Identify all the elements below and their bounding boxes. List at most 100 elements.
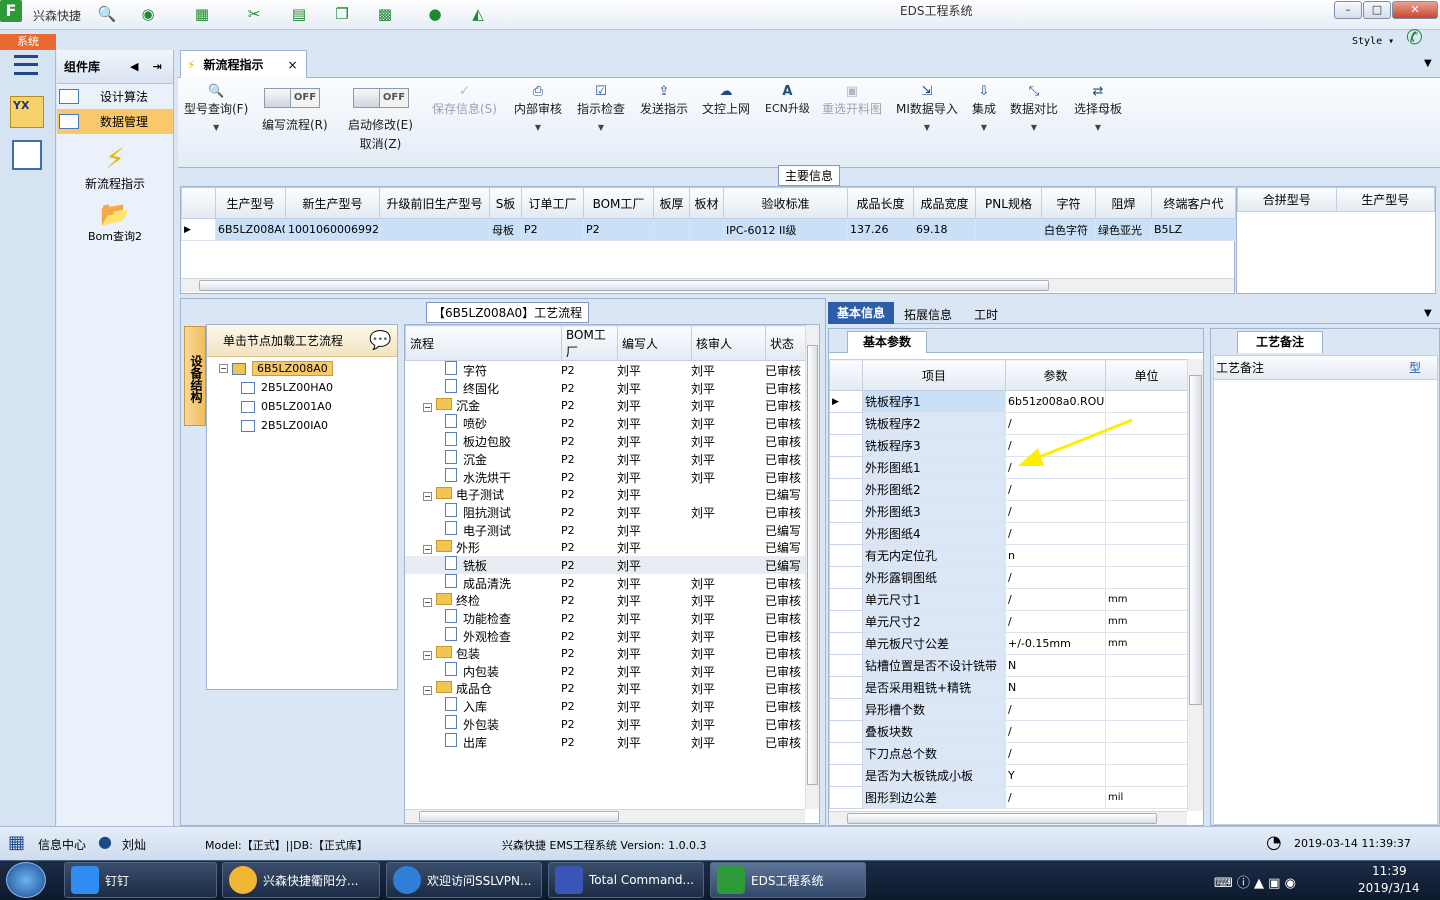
column-header[interactable]: 终端客户代 — [1151, 187, 1236, 219]
flow-name-cell[interactable]: 沉金 — [405, 450, 561, 468]
column-header[interactable]: 生产型号 — [215, 187, 286, 219]
table-row[interactable]: − 外形 P2 刘平 已编写 — [405, 539, 805, 556]
column-header[interactable]: 字符 — [1041, 187, 1096, 219]
table-row[interactable]: 单元尺寸1/mm — [829, 588, 1188, 611]
flow-name-cell[interactable]: − 成品仓 — [405, 680, 561, 697]
remark-col-header[interactable]: 工艺备注 — [1214, 359, 1409, 376]
user-quick-icon[interactable]: ● — [420, 2, 450, 26]
column-header[interactable]: 升级前旧生产型号 — [379, 187, 490, 219]
collapse-icon[interactable]: − — [423, 545, 432, 554]
integrate-button[interactable]: ⇩ 集成 ▼ — [972, 84, 996, 132]
table-row[interactable]: 外观检查 P2 刘平 刘平 已审核 — [405, 627, 805, 645]
taskbar-browser-1[interactable]: 兴森快捷衢阳分... — [222, 862, 380, 898]
flow-name-cell[interactable]: − 终检 — [405, 592, 561, 609]
table-row[interactable]: − 包装 P2 刘平 刘平 已审核 — [405, 645, 805, 662]
table-cell[interactable]: P2 — [583, 218, 654, 241]
column-header[interactable]: 流程 — [405, 325, 562, 361]
table-row[interactable]: 有无内定位孔 n — [829, 544, 1188, 567]
table-row[interactable]: 叠板块数 / — [829, 720, 1188, 743]
params-vscroll[interactable] — [1187, 359, 1203, 811]
phone-icon[interactable]: ✆ — [1406, 25, 1423, 49]
sidebar-item-design-algorithm[interactable]: 设计算法 — [57, 84, 173, 109]
tab-new-process[interactable]: ⚡ 新流程指示 × — [180, 50, 307, 78]
model-query-button[interactable]: 🔍 型号查询(F) ▼ — [184, 84, 248, 132]
flow-hscroll[interactable] — [405, 809, 805, 823]
flow-name-cell[interactable]: − 外形 — [405, 539, 561, 556]
flow-name-cell[interactable]: 字符 — [405, 361, 561, 379]
flow-name-cell[interactable]: − 沉金 — [405, 397, 561, 414]
grid-quick-icon[interactable]: ▦ — [188, 2, 216, 26]
param-value[interactable]: / — [1005, 588, 1106, 611]
hamburger-icon[interactable] — [14, 55, 38, 75]
tab-basic-info[interactable]: 基本信息 — [828, 302, 894, 324]
equipment-structure-tab[interactable]: 设备结构 — [184, 326, 206, 426]
table-cell[interactable] — [975, 218, 1042, 241]
flow-name-cell[interactable]: 入库 — [405, 697, 561, 715]
send-instruction-button[interactable]: ⇪ 发送指示 — [640, 84, 688, 117]
ecn-upgrade-button[interactable]: A ECN升级 — [765, 84, 810, 116]
param-value[interactable]: / — [1005, 522, 1106, 545]
param-value[interactable]: n — [1005, 544, 1106, 567]
table-row[interactable]: 喷砂 P2 刘平 刘平 已审核 — [405, 414, 805, 432]
table-row[interactable]: 功能检查 P2 刘平 刘平 已审核 — [405, 609, 805, 627]
tree-node[interactable]: 0B5LZ001A0 — [207, 397, 397, 416]
tray-icons[interactable]: ⌨ ⓘ ▲ ▣ ◉ — [1214, 872, 1296, 891]
production-col-header[interactable]: 生产型号 — [1335, 187, 1435, 212]
table-row[interactable]: 成品清洗 P2 刘平 刘平 已审核 — [405, 574, 805, 592]
table-row[interactable]: − 电子测试 P2 刘平 已编写 — [405, 486, 805, 503]
table-cell[interactable]: 6B5LZ008A0 — [215, 218, 286, 241]
param-value[interactable]: / — [1005, 698, 1106, 721]
column-header[interactable]: 成品宽度 — [913, 187, 976, 219]
maximize-button[interactable]: □ — [1363, 1, 1391, 19]
column-header[interactable]: 订单工厂 — [521, 187, 584, 219]
tab-extended-info[interactable]: 拓展信息 — [904, 306, 952, 323]
reselect-cutting-button[interactable]: ▣ 重选开料图 — [822, 84, 882, 117]
system-tab[interactable]: 系统 — [0, 34, 56, 50]
table-row[interactable]: 外形图纸4/ — [829, 522, 1188, 545]
param-value[interactable]: N — [1005, 676, 1106, 699]
column-header[interactable]: 板材 — [689, 187, 724, 219]
column-header[interactable]: BOM工厂 — [583, 187, 654, 219]
flow-vscroll[interactable] — [805, 325, 819, 809]
column-header[interactable]: 单位 — [1105, 359, 1188, 391]
table-row[interactable]: − 沉金 P2 刘平 刘平 已审核 — [405, 397, 805, 414]
param-value[interactable]: / — [1005, 566, 1106, 589]
param-value[interactable]: 6b51z008a0.ROU — [1005, 390, 1106, 413]
table-cell[interactable]: 母板 — [489, 218, 522, 241]
column-header[interactable]: 新生产型号 — [285, 187, 380, 219]
flow-name-cell[interactable]: 外观检查 — [405, 627, 561, 645]
table-cell[interactable]: 69.18 — [913, 218, 976, 241]
tab-close-button[interactable]: × — [287, 58, 297, 72]
column-header[interactable]: S板 — [489, 187, 522, 219]
table-cell[interactable]: 10010600069922 — [285, 218, 380, 241]
flow-name-cell[interactable]: 铣板 — [405, 556, 561, 574]
collapse-icon[interactable]: − — [423, 598, 432, 607]
flow-name-cell[interactable]: 成品清洗 — [405, 574, 561, 592]
sidebar-item-data-management[interactable]: 数据管理 — [57, 109, 173, 134]
table-cell[interactable]: IPC-6012 II级 — [723, 218, 848, 241]
table-row[interactable]: 阻抗测试 P2 刘平 刘平 已审核 — [405, 503, 805, 521]
flow-name-cell[interactable]: 外包装 — [405, 715, 561, 733]
param-value[interactable]: / — [1005, 478, 1106, 501]
table-cell[interactable]: P2 — [521, 218, 584, 241]
params-hscroll[interactable] — [829, 811, 1187, 825]
param-value[interactable]: N — [1005, 654, 1106, 677]
info-center-link[interactable]: 信息中心 — [38, 836, 86, 853]
table-cell[interactable]: 绿色亚光 — [1095, 218, 1152, 241]
collapse-icon[interactable]: − — [423, 403, 432, 412]
style-menu[interactable]: Style ▾ — [1352, 36, 1394, 47]
taskbar-eds[interactable]: EDS工程系统 — [710, 862, 866, 898]
param-value[interactable]: Y — [1005, 764, 1106, 787]
table-row[interactable]: 钻槽位置是否不设计铣带 N — [829, 654, 1188, 677]
merge-col-header[interactable]: 合拼型号 — [1237, 187, 1337, 212]
column-header[interactable]: PNL规格 — [975, 187, 1042, 219]
data-compare-button[interactable]: ⤡ 数据对比 ▼ — [1010, 84, 1058, 132]
main-grid-hscroll[interactable] — [181, 278, 1234, 292]
table-row[interactable]: 外形图纸3/ — [829, 500, 1188, 523]
column-header[interactable]: BOM工厂 — [561, 325, 618, 361]
edit-mode-toggle[interactable]: OFF — [353, 88, 409, 108]
param-value[interactable]: / — [1005, 720, 1106, 743]
column-header[interactable]: 项目 — [862, 359, 1006, 391]
write-flow-toggle[interactable]: OFF — [264, 88, 320, 108]
start-button[interactable] — [6, 862, 46, 898]
